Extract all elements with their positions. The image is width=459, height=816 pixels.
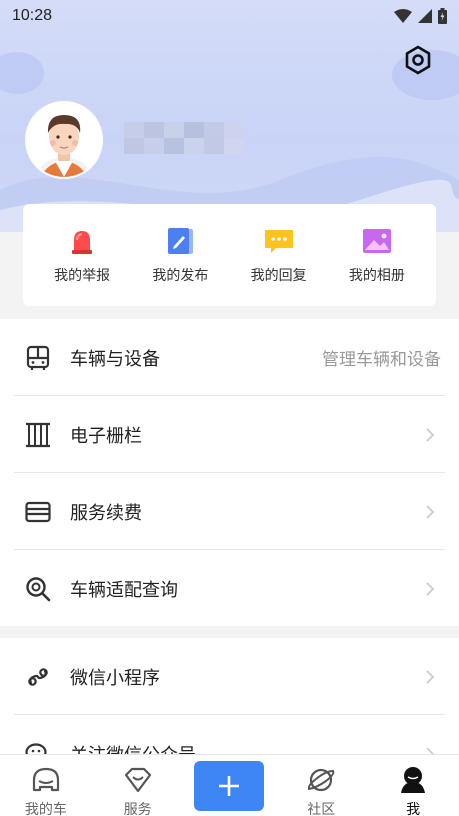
photo-album-icon bbox=[361, 225, 393, 257]
quick-action-label: 我的举报 bbox=[54, 267, 111, 283]
fence-icon bbox=[24, 421, 52, 449]
chat-bubble-icon bbox=[263, 225, 295, 257]
tab-service[interactable]: 服务 bbox=[92, 755, 184, 816]
quick-action-my-reports[interactable]: 我的举报 bbox=[37, 225, 127, 285]
tab-my-car[interactable]: 我的车 bbox=[0, 755, 92, 816]
quick-actions-card: 我的举报 我的发布 我的回复 我的相册 bbox=[23, 204, 436, 306]
username-blurred bbox=[124, 122, 246, 154]
wifi-icon bbox=[394, 9, 412, 23]
quick-action-my-album[interactable]: 我的相册 bbox=[332, 225, 422, 285]
menu-group-vehicle: 车辆与设备 管理车辆和设备 电子栅栏 服务续费 车辆适配查询 bbox=[0, 319, 459, 626]
chevron-right-icon bbox=[426, 581, 435, 596]
menu-subtext: 管理车辆和设备 bbox=[322, 350, 441, 369]
bottom-tab-bar: 我的车 服务 社区 我 bbox=[0, 754, 459, 816]
status-time: 10:28 bbox=[12, 7, 53, 24]
menu-label: 车辆与设备 bbox=[70, 348, 160, 369]
tab-label: 社区 bbox=[307, 801, 336, 816]
tab-label: 我的车 bbox=[24, 801, 67, 816]
edit-note-icon bbox=[164, 225, 196, 257]
avatar[interactable] bbox=[25, 101, 103, 179]
chevron-right-icon bbox=[426, 504, 435, 519]
gear-icon bbox=[405, 45, 431, 75]
quick-action-my-posts[interactable]: 我的发布 bbox=[135, 225, 225, 285]
quick-action-my-replies[interactable]: 我的回复 bbox=[234, 225, 324, 285]
tab-label: 服务 bbox=[123, 801, 152, 816]
quick-action-label: 我的相册 bbox=[348, 267, 405, 283]
planet-icon bbox=[306, 765, 336, 795]
menu-label: 车辆适配查询 bbox=[70, 579, 178, 600]
signal-icon bbox=[418, 9, 432, 23]
tab-me[interactable]: 我 bbox=[367, 755, 459, 816]
quick-action-label: 我的回复 bbox=[250, 267, 307, 283]
service-icon bbox=[123, 765, 153, 795]
menu-label: 电子栅栏 bbox=[70, 425, 142, 446]
bus-icon bbox=[24, 344, 52, 372]
battery-icon bbox=[438, 8, 447, 24]
person-icon bbox=[398, 765, 428, 795]
menu-vehicle-compatibility[interactable]: 车辆适配查询 bbox=[0, 550, 459, 627]
decor-blob bbox=[0, 52, 44, 94]
menu-service-renewal[interactable]: 服务续费 bbox=[0, 473, 459, 550]
car-icon bbox=[31, 765, 61, 795]
settings-button[interactable] bbox=[400, 42, 436, 78]
menu-vehicles-and-devices[interactable]: 车辆与设备 管理车辆和设备 bbox=[0, 319, 459, 396]
status-bar: 10:28 bbox=[0, 0, 459, 32]
menu-wechat-mini-program[interactable]: 微信小程序 bbox=[0, 638, 459, 715]
menu-electronic-fence[interactable]: 电子栅栏 bbox=[0, 396, 459, 473]
magnifier-icon bbox=[24, 575, 52, 603]
mini-program-icon bbox=[24, 663, 52, 691]
tab-community[interactable]: 社区 bbox=[275, 755, 367, 816]
male-avatar-icon bbox=[27, 103, 101, 177]
plus-icon bbox=[219, 776, 240, 796]
status-icons bbox=[394, 8, 447, 24]
chevron-right-icon bbox=[426, 669, 435, 684]
menu-label: 微信小程序 bbox=[70, 667, 160, 688]
menu-label: 服务续费 bbox=[70, 502, 142, 523]
chevron-right-icon bbox=[426, 427, 435, 442]
add-button[interactable] bbox=[194, 761, 265, 811]
alarm-light-icon bbox=[66, 225, 98, 257]
card-icon bbox=[24, 498, 52, 526]
menu-group-wechat: 微信小程序 关注微信公众号 bbox=[0, 638, 459, 765]
quick-action-label: 我的发布 bbox=[152, 267, 209, 283]
chevron-right-icon bbox=[426, 350, 435, 365]
tab-label: 我 bbox=[406, 801, 421, 816]
tab-add[interactable] bbox=[184, 755, 276, 811]
